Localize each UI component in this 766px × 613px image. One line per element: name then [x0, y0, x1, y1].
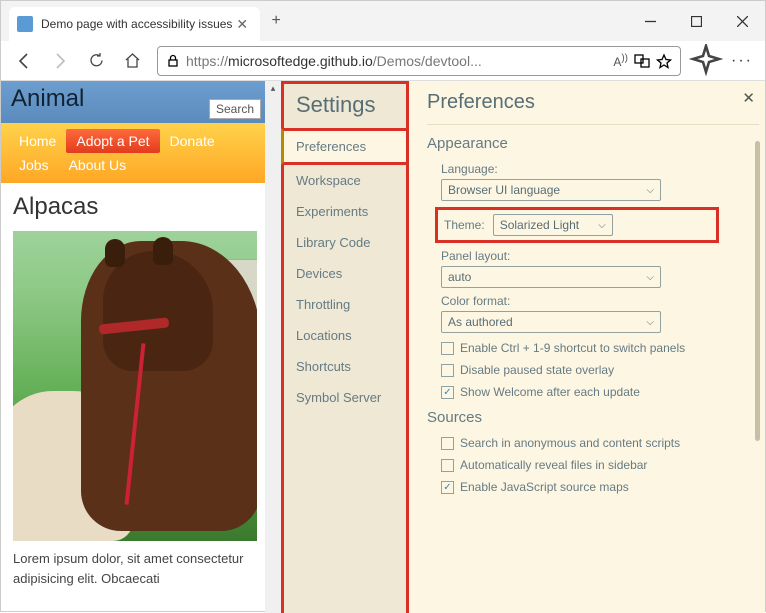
- address-bar[interactable]: https://microsoftedge.github.io/Demos/de…: [157, 46, 681, 76]
- preferences-scrollbar[interactable]: [755, 141, 760, 441]
- page-heading: Alpacas: [13, 193, 269, 221]
- chevron-down-icon: ⌵: [646, 185, 654, 196]
- panel-layout-select[interactable]: auto⌵: [441, 266, 661, 288]
- site-header: Animal Search: [1, 81, 281, 123]
- settings-sidebar: Settings Preferences Workspace Experimen…: [281, 81, 409, 613]
- sidebar-item-shortcuts[interactable]: Shortcuts: [284, 351, 406, 382]
- lock-icon: [166, 54, 180, 68]
- titlebar: Demo page with accessibility issues ✕ +: [1, 1, 765, 41]
- appearance-section-title: Appearance: [427, 135, 759, 152]
- chevron-down-icon: ⌵: [646, 272, 654, 283]
- chevron-down-icon: ⌵: [598, 220, 606, 231]
- anon-search-checkbox[interactable]: Search in anonymous and content scripts: [441, 436, 759, 450]
- devtools-panel: ✕ Settings Preferences Workspace Experim…: [281, 81, 765, 613]
- home-button[interactable]: [115, 44, 149, 78]
- sidebar-item-throttling[interactable]: Throttling: [284, 289, 406, 320]
- theme-label: Theme:: [444, 218, 485, 232]
- webpage-viewport: Animal Search Home Adopt a Pet Donate Jo…: [1, 81, 281, 613]
- url-text: https://microsoftedge.github.io/Demos/de…: [186, 53, 607, 69]
- paused-overlay-checkbox[interactable]: Disable paused state overlay: [441, 363, 759, 377]
- browser-toolbar: https://microsoftedge.github.io/Demos/de…: [1, 41, 765, 81]
- welcome-checkbox[interactable]: Show Welcome after each update: [441, 385, 759, 399]
- language-label: Language:: [441, 162, 759, 176]
- sidebar-item-locations[interactable]: Locations: [284, 320, 406, 351]
- nav-donate[interactable]: Donate: [160, 129, 225, 153]
- sources-section-title: Sources: [427, 409, 759, 426]
- back-button[interactable]: [7, 44, 41, 78]
- tab-title: Demo page with accessibility issues: [41, 17, 232, 31]
- language-select[interactable]: Browser UI language⌵: [441, 179, 661, 201]
- maximise-button[interactable]: [673, 5, 719, 37]
- forward-button: [43, 44, 77, 78]
- new-tab-button[interactable]: +: [262, 7, 290, 35]
- favorites-icon[interactable]: [656, 53, 672, 69]
- page-scrollbar[interactable]: ▴: [265, 81, 281, 613]
- color-format-label: Color format:: [441, 294, 759, 308]
- more-menu-button[interactable]: ···: [725, 44, 759, 78]
- js-sourcemaps-checkbox[interactable]: Enable JavaScript source maps: [441, 480, 759, 494]
- favicon: [17, 16, 33, 32]
- nav-jobs[interactable]: Jobs: [9, 153, 59, 177]
- site-nav: Home Adopt a Pet Donate Jobs About Us: [1, 123, 281, 183]
- refresh-button[interactable]: [79, 44, 113, 78]
- sidebar-item-experiments[interactable]: Experiments: [284, 196, 406, 227]
- nav-about[interactable]: About Us: [59, 153, 137, 177]
- close-window-button[interactable]: [719, 5, 765, 37]
- browser-tab[interactable]: Demo page with accessibility issues ✕: [9, 7, 260, 41]
- minimise-button[interactable]: [627, 5, 673, 37]
- preferences-title: Preferences: [427, 87, 759, 124]
- nav-adopt[interactable]: Adopt a Pet: [66, 129, 159, 153]
- panel-layout-label: Panel layout:: [441, 249, 759, 263]
- sidebar-item-preferences[interactable]: Preferences: [281, 128, 409, 165]
- nav-home[interactable]: Home: [9, 129, 66, 153]
- alpaca-photo: [13, 231, 257, 541]
- reader-icon[interactable]: A)): [613, 53, 628, 69]
- sidebar-item-workspace[interactable]: Workspace: [284, 165, 406, 196]
- sidebar-item-symbol-server[interactable]: Symbol Server: [284, 382, 406, 413]
- sidebar-item-devices[interactable]: Devices: [284, 258, 406, 289]
- settings-title: Settings: [284, 86, 406, 128]
- chevron-down-icon: ⌵: [646, 317, 654, 328]
- reveal-files-checkbox[interactable]: Automatically reveal files in sidebar: [441, 458, 759, 472]
- site-search-input[interactable]: Search: [209, 99, 261, 119]
- copilot-icon[interactable]: [689, 44, 723, 78]
- tab-close-icon[interactable]: ✕: [232, 16, 252, 33]
- theme-select[interactable]: Solarized Light⌵: [493, 214, 613, 236]
- ctrl-shortcut-checkbox[interactable]: Enable Ctrl + 1-9 shortcut to switch pan…: [441, 341, 759, 355]
- sidebar-item-library-code[interactable]: Library Code: [284, 227, 406, 258]
- preferences-pane: Preferences Appearance Language: Browser…: [409, 81, 765, 613]
- page-description: Lorem ipsum dolor, sit amet consectetur …: [13, 549, 269, 588]
- translate-icon[interactable]: [634, 53, 650, 69]
- color-format-select[interactable]: As authored⌵: [441, 311, 661, 333]
